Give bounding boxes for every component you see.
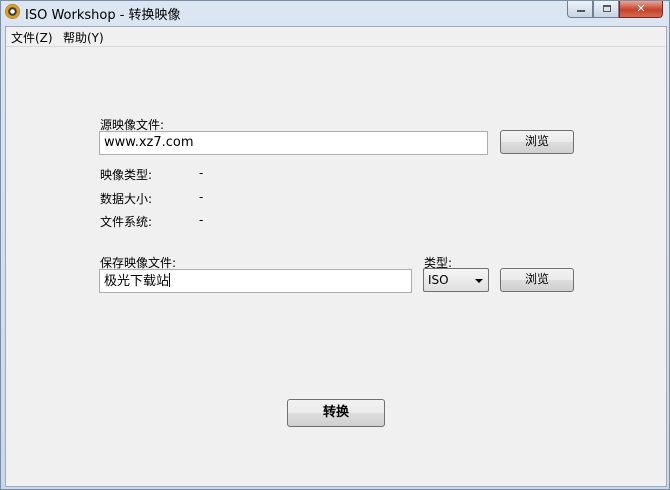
save-image-input[interactable]: 极光下载站 — [99, 269, 412, 293]
maximize-button[interactable] — [593, 1, 619, 18]
menu-help[interactable]: 帮助(Y) — [63, 29, 104, 46]
menu-file[interactable]: 文件(Z) — [11, 29, 53, 46]
text-caret — [169, 273, 171, 287]
filesystem-value: - — [199, 213, 204, 227]
filesystem-label: 文件系统: — [100, 215, 153, 229]
menu-bar: 文件(Z) 帮助(Y) — [6, 27, 666, 47]
source-browse-button[interactable]: 浏览 — [500, 130, 574, 154]
save-browse-button[interactable]: 浏览 — [500, 268, 574, 292]
minimize-button[interactable] — [567, 1, 593, 18]
minimize-icon — [577, 10, 585, 12]
save-image-value: 极光下载站 — [104, 274, 170, 289]
data-size-value: - — [199, 190, 204, 204]
app-disc-icon — [5, 4, 20, 19]
type-select[interactable]: ISO — [423, 268, 489, 292]
chevron-down-icon — [475, 279, 483, 283]
title-bar[interactable]: ISO Workshop - 转换映像 ✕ — [1, 1, 669, 23]
dialog-client-area: 文件(Z) 帮助(Y) 源映像文件: www.xz7.com 浏览 映像类型: … — [5, 26, 667, 487]
source-image-input[interactable]: www.xz7.com — [99, 131, 488, 155]
window-title: ISO Workshop - 转换映像 — [25, 8, 181, 23]
convert-button[interactable]: 转换 — [287, 399, 385, 427]
maximize-icon — [603, 5, 611, 12]
application-window: ISO Workshop - 转换映像 ✕ 文件(Z) 帮助(Y) 源映像文件:… — [0, 0, 670, 490]
image-type-label: 映像类型: — [100, 168, 153, 182]
type-select-value: ISO — [428, 273, 449, 287]
image-type-value: - — [199, 166, 204, 180]
data-size-label: 数据大小: — [100, 192, 153, 206]
close-icon: ✕ — [636, 2, 646, 15]
close-button[interactable]: ✕ — [619, 1, 663, 18]
